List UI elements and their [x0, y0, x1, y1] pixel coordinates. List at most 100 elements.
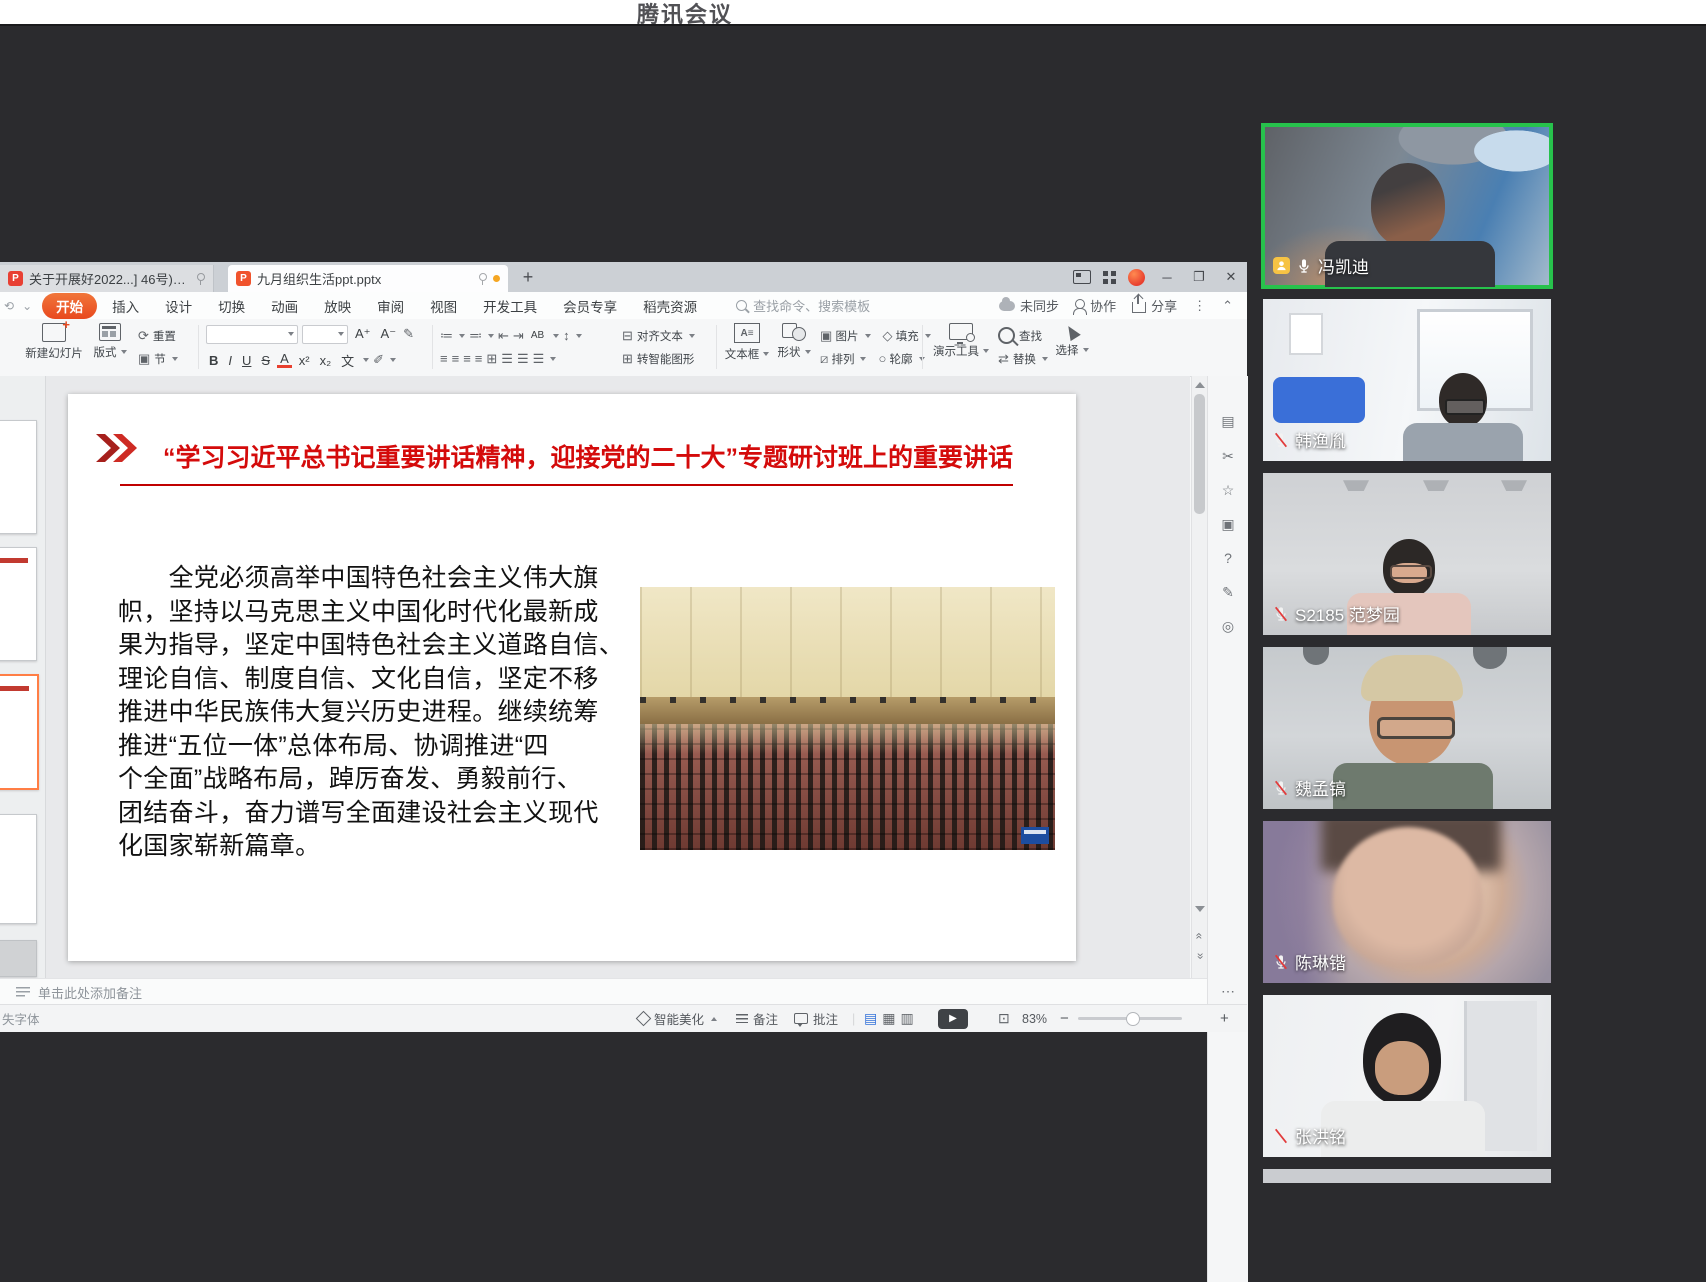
- new-slide-button[interactable]: 新建幻灯片: [24, 323, 84, 361]
- decrease-font-button[interactable]: A⁻: [378, 326, 400, 342]
- missing-font-warning[interactable]: 失字体: [2, 1005, 40, 1032]
- tab-insert[interactable]: 插入: [99, 296, 152, 316]
- play-pane-icon[interactable]: ▤: [1217, 410, 1239, 432]
- paragraph-layout-icon[interactable]: ☰: [517, 351, 529, 367]
- workspace-icon[interactable]: [1073, 270, 1091, 284]
- zoom-in-icon[interactable]: +: [1220, 1005, 1229, 1032]
- slide-thumbnail-selected[interactable]: [0, 674, 39, 790]
- participant-video-tile[interactable]: S2185 范梦园: [1263, 473, 1551, 635]
- text-effect-button[interactable]: 文: [338, 351, 357, 370]
- next-slide-button[interactable]: «: [1192, 948, 1207, 964]
- section-button[interactable]: ▣节: [138, 351, 178, 367]
- align-right-icon[interactable]: ≡: [463, 351, 471, 366]
- slide-sorter-icon[interactable]: ▦: [882, 1010, 895, 1027]
- reset-button[interactable]: ⟳重置: [138, 328, 178, 344]
- normal-view-icon[interactable]: ▤: [864, 1010, 877, 1027]
- slide-canvas[interactable]: “学习习近平总书记重要讲话精神，迎接党的二十大”专题研讨班上的重要讲话 全党必须…: [46, 376, 1190, 978]
- help-icon[interactable]: ?: [1217, 547, 1239, 569]
- clear-format-icon[interactable]: ✎: [403, 326, 414, 342]
- select-button[interactable]: 选择: [1052, 323, 1092, 358]
- tab-view[interactable]: 视图: [417, 296, 470, 316]
- slide[interactable]: “学习习近平总书记重要讲话精神，迎接党的二十大”专题研讨班上的重要讲话 全党必须…: [68, 394, 1076, 961]
- increase-indent-icon[interactable]: ⇥: [513, 328, 524, 344]
- notes-bar[interactable]: 单击此处添加备注: [0, 978, 1207, 1005]
- line-spacing-icon[interactable]: ↕: [563, 328, 570, 343]
- decrease-indent-icon[interactable]: ⇤: [498, 328, 509, 344]
- close-icon[interactable]: ✕: [1221, 269, 1241, 285]
- participant-video-tile[interactable]: 冯凯迪: [1263, 125, 1551, 287]
- scroll-down-icon[interactable]: [1195, 906, 1205, 912]
- replace-button[interactable]: ⇄替换: [998, 351, 1048, 367]
- find-button[interactable]: 查找: [998, 327, 1048, 344]
- slide-thumbnail[interactable]: [0, 814, 37, 924]
- align-left-icon[interactable]: ≡: [440, 351, 448, 366]
- tab-review[interactable]: 审阅: [364, 296, 417, 316]
- outline-button[interactable]: ○ 轮廓: [878, 351, 912, 367]
- align-text-button[interactable]: ⊟对齐文本: [622, 328, 695, 344]
- notes-toggle-button[interactable]: 备注: [736, 1005, 778, 1032]
- previous-slide-button[interactable]: «: [1192, 928, 1207, 944]
- subscript-button[interactable]: x₂: [317, 353, 335, 368]
- account-avatar[interactable]: [1128, 269, 1145, 286]
- layout-button[interactable]: 版式: [90, 323, 130, 360]
- tab-design[interactable]: 设计: [152, 296, 205, 316]
- underline-button[interactable]: U: [239, 353, 254, 368]
- slide-title[interactable]: “学习习近平总书记重要讲话精神，迎接党的二十大”专题研讨班上的重要讲话: [128, 438, 1048, 474]
- zoom-slider-handle[interactable]: [1126, 1012, 1140, 1026]
- smart-beautify-button[interactable]: 智能美化: [638, 1005, 717, 1032]
- arrange-button[interactable]: ⧄ 排列: [820, 351, 854, 367]
- font-name-combo[interactable]: [206, 325, 298, 344]
- collaborate-button[interactable]: 协作: [1075, 296, 1116, 315]
- slide-thumbnail[interactable]: [0, 547, 37, 661]
- font-color-button[interactable]: A: [277, 352, 292, 368]
- justify-icon[interactable]: ≡: [475, 351, 483, 366]
- apps-grid-icon[interactable]: [1103, 271, 1116, 284]
- tab-docer[interactable]: 稻壳资源: [630, 296, 710, 316]
- sync-status[interactable]: 未同步: [999, 296, 1059, 315]
- textbox-button[interactable]: A≡ 文本框: [724, 323, 770, 362]
- doc-tab-pdf[interactable]: P 关于开展好2022...] 46号) .pdf: [0, 265, 214, 292]
- favorites-icon[interactable]: ☆: [1217, 479, 1239, 501]
- share-button[interactable]: 分享: [1132, 296, 1177, 315]
- participant-video-tile[interactable]: 魏孟镐: [1263, 647, 1551, 809]
- minimize-icon[interactable]: ─: [1157, 270, 1177, 285]
- tab-member[interactable]: 会员专享: [550, 296, 630, 316]
- pin-icon[interactable]: [195, 272, 205, 286]
- tab-animation[interactable]: 动画: [258, 296, 311, 316]
- bullets-icon[interactable]: ≔: [440, 328, 453, 344]
- play-slideshow-button[interactable]: ▶: [938, 1005, 968, 1032]
- quick-access-icons[interactable]: ⟲⌄: [4, 299, 32, 313]
- edit-pane-icon[interactable]: ✎: [1217, 581, 1239, 603]
- comments-button[interactable]: 批注: [794, 1005, 838, 1032]
- bold-button[interactable]: B: [206, 353, 221, 368]
- strikethrough-button[interactable]: S: [258, 353, 273, 368]
- zoom-percent[interactable]: 83%: [1022, 1005, 1047, 1032]
- crop-tool-icon[interactable]: ✂: [1217, 445, 1239, 467]
- slide-thumbnail-panel[interactable]: [0, 376, 46, 978]
- command-search[interactable]: 查找命令、搜索模板: [736, 296, 870, 315]
- collapse-ribbon-icon[interactable]: ⌃: [1222, 298, 1233, 314]
- smartart-button[interactable]: ⊞转智能图形: [622, 351, 695, 367]
- font-size-combo[interactable]: [302, 325, 348, 344]
- picture-button[interactable]: ▣ 图片: [820, 328, 859, 344]
- columns-icon[interactable]: ☰: [501, 351, 513, 367]
- undo-icon[interactable]: ⟲: [4, 299, 14, 313]
- zoom-slider[interactable]: [1078, 1005, 1182, 1032]
- maximize-icon[interactable]: ❐: [1189, 269, 1209, 285]
- pin-icon[interactable]: [477, 272, 487, 286]
- scrollbar-thumb[interactable]: [1194, 394, 1205, 514]
- participant-video-tile[interactable]: 韩渔胤: [1263, 299, 1551, 461]
- distribute-icon[interactable]: ⊞: [486, 351, 497, 367]
- present-tools-button[interactable]: 演示工具: [930, 323, 992, 359]
- conference-photo[interactable]: [640, 587, 1055, 850]
- fit-window-icon[interactable]: ⊡: [998, 1005, 1010, 1032]
- slide-body-text[interactable]: 全党必须高举中国特色社会主义伟大旗 帜，坚持以马克思主义中国化时代化最新成 果为…: [118, 562, 638, 864]
- numbering-icon[interactable]: ≕: [469, 328, 482, 344]
- participant-video-tile[interactable]: 张洪铭: [1263, 995, 1551, 1157]
- tab-devtools[interactable]: 开发工具: [470, 296, 550, 316]
- zoom-out-icon[interactable]: −: [1060, 1005, 1069, 1032]
- more-menu-icon[interactable]: ⋮: [1193, 298, 1206, 314]
- fill-button[interactable]: ◇ 填充: [883, 328, 919, 344]
- scroll-up-icon[interactable]: [1195, 382, 1205, 388]
- copy-pane-icon[interactable]: ▣: [1217, 513, 1239, 535]
